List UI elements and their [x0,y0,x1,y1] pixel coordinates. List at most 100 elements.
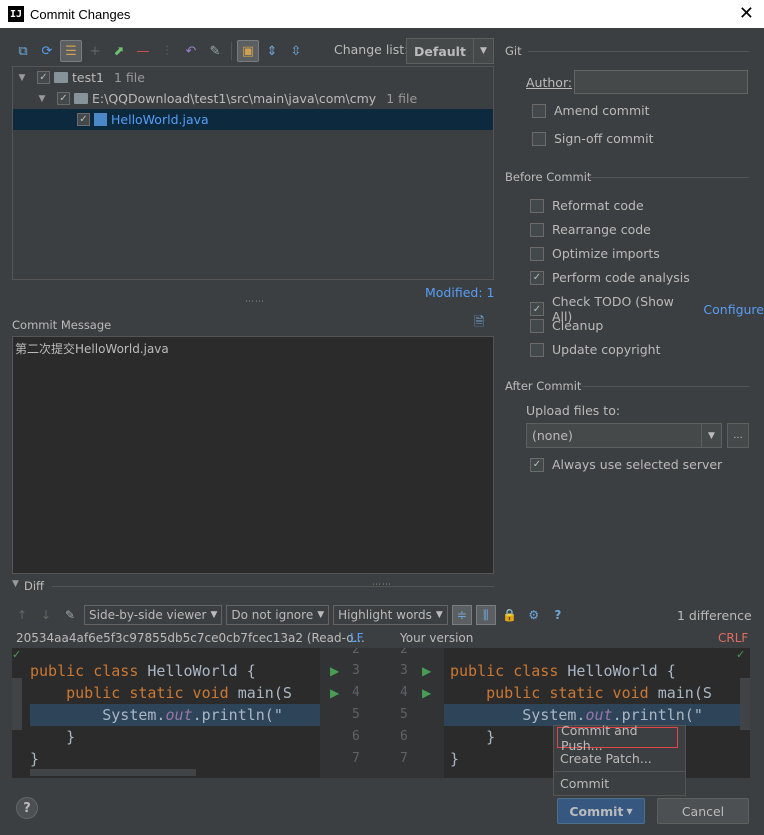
horizontal-scrollbar[interactable] [30,769,196,776]
chevron-down-icon: ▼ [317,610,325,620]
group-by-icon[interactable]: ☰ [60,40,82,62]
divider [588,177,749,178]
perform-code-analysis-option[interactable]: ✓ Perform code analysis [530,270,690,285]
collapse-all-icon[interactable]: ⇳ [285,40,307,62]
code-line: } [30,750,40,768]
remove-icon[interactable]: — [132,40,154,62]
tree-row-package[interactable]: ▼ ✓ E:\QQDownload\test1\src\main\java\co… [13,88,493,109]
line-number: 3 [352,663,360,678]
code-line: public static void main(S [486,684,712,702]
upload-server-dropdown[interactable]: (none) ▼ [526,423,722,448]
amend-commit-option[interactable]: Amend commit [532,103,650,118]
checkbox[interactable] [532,131,546,146]
browse-servers-button[interactable]: ... [727,423,749,448]
highlight-mode-value: Highlight words [338,608,432,622]
window-title: Commit Changes [30,6,131,22]
java-file-icon [94,113,107,126]
code-line: public class HelloWorld { [30,662,256,680]
previous-difference-icon[interactable]: ↑ [12,605,32,625]
folder-icon [74,93,88,104]
divider [528,51,749,52]
run-icon[interactable]: ▶ [422,664,431,678]
next-difference-icon[interactable]: ↓ [36,605,56,625]
changelist-dropdown[interactable]: Default ▼ [406,38,494,64]
tree-row-file[interactable]: ✓ HelloWorld.java [13,109,493,130]
revert-icon[interactable]: ↶ [180,40,202,62]
refresh-icon[interactable]: ⟳ [36,40,58,62]
checkbox[interactable] [530,222,544,237]
commit-options-menu: Commit and Push... Create Patch... Commi… [553,723,686,796]
expand-selected-icon[interactable]: ▣ [237,40,259,62]
line-number: 7 [352,751,360,766]
left-line-ending[interactable]: LF [350,631,364,645]
splitter-handle[interactable]: ⋯⋯ [245,297,265,307]
highlight-mode-dropdown[interactable]: Highlight words ▼ [333,605,448,625]
left-code-pane[interactable]: public class HelloWorld { public static … [30,648,320,778]
scrollbar[interactable] [740,678,750,730]
checkbox[interactable] [530,318,544,333]
help-icon[interactable]: ? [548,605,568,625]
configure-link[interactable]: Configure [703,302,764,317]
checkbox[interactable] [530,198,544,213]
collapse-diff-icon[interactable]: ▼ [12,579,19,589]
expand-all-icon[interactable]: ⇕ [261,40,283,62]
ignore-whitespace-dropdown[interactable]: Do not ignore ▼ [226,605,330,625]
menu-item-create-patch[interactable]: Create Patch... [554,748,685,769]
lock-icon[interactable]: 🔒 [500,605,520,625]
splitter-handle[interactable]: ⋯⋯ [372,580,392,590]
right-line-ending[interactable]: CRLF [718,631,748,645]
always-use-server-option[interactable]: ✓ Always use selected server [530,457,722,472]
viewer-mode-dropdown[interactable]: Side-by-side viewer ▼ [84,605,223,625]
commit-button[interactable]: Commit ▼ [557,798,645,824]
tree-row-module[interactable]: ▼ ✓ test1 1 file [13,67,493,88]
checkbox[interactable]: ✓ [37,71,50,84]
check-icon: ✓ [12,648,22,661]
run-icon[interactable]: ▶ [330,686,339,700]
diff-split-icon[interactable]: ⫶ [156,40,178,62]
cleanup-option[interactable]: Cleanup [530,318,603,333]
rearrange-code-option[interactable]: Rearrange code [530,222,651,237]
settings-gear-icon[interactable]: ⚙ [524,605,544,625]
diff-toolbar: ↑ ↓ ✎ Side-by-side viewer ▼ Do not ignore… [12,604,568,626]
synchronize-scroll-icon[interactable]: ⫼ [475,605,496,625]
author-input[interactable] [574,70,748,94]
signoff-commit-option[interactable]: Sign-off commit [532,131,654,146]
menu-item-commit[interactable]: Commit [554,773,685,794]
expand-arrow-icon[interactable]: ▼ [15,73,29,83]
menu-item-commit-and-push[interactable]: Commit and Push... [557,723,678,753]
expand-arrow-icon[interactable]: ▼ [35,94,49,104]
commit-message-field[interactable]: 第二次提交HelloWorld.java [12,336,494,574]
run-icon[interactable]: ▶ [422,686,431,700]
checkbox[interactable]: ✓ [77,113,90,126]
checkbox[interactable] [530,342,544,357]
checkbox[interactable] [532,103,546,118]
help-button[interactable]: ? [16,797,38,819]
modified-count: Modified: 1 [425,285,495,300]
cancel-button[interactable]: Cancel [657,798,749,824]
code-line: public static void main(S [66,684,292,702]
optimize-imports-option[interactable]: Optimize imports [530,246,660,261]
scrollbar[interactable] [12,678,22,730]
edit-icon[interactable]: ✎ [204,40,226,62]
line-number: 7 [400,751,408,766]
folder-icon [54,72,68,83]
run-icon[interactable]: ▶ [330,664,339,678]
reformat-code-option[interactable]: Reformat code [530,198,644,213]
message-history-icon[interactable]: 🗎 [474,313,490,330]
option-label: Update copyright [552,342,661,357]
add-icon[interactable]: + [84,40,106,62]
collapse-unchanged-icon[interactable]: ≑ [451,605,472,625]
show-diff-icon[interactable]: ⧉ [12,40,34,62]
update-copyright-option[interactable]: Update copyright [530,342,660,357]
checkbox[interactable] [530,246,544,261]
close-icon[interactable]: ✕ [739,3,754,24]
edit-source-icon[interactable]: ✎ [60,605,80,625]
checkbox[interactable]: ✓ [57,92,70,105]
checkbox[interactable]: ✓ [530,270,544,285]
move-icon[interactable]: ⬈ [108,40,130,62]
checkbox[interactable]: ✓ [530,457,544,472]
upload-label: Upload files to: [526,403,621,418]
option-label: Optimize imports [552,246,660,261]
changes-tree: ▼ ✓ test1 1 file ▼ ✓ E:\QQDownload\test1… [12,66,494,280]
checkbox[interactable]: ✓ [530,302,544,316]
